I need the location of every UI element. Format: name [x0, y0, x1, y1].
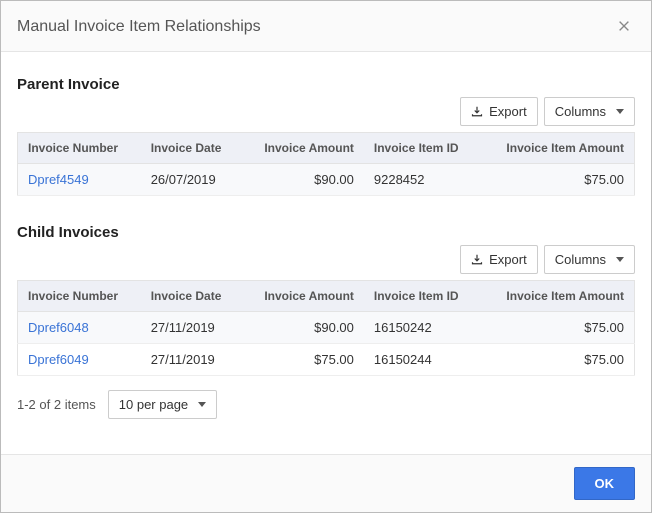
- col-invoice-item-id[interactable]: Invoice Item ID: [364, 281, 481, 312]
- table-row: Dpref6048 27/11/2019 $90.00 16150242 $75…: [18, 312, 635, 344]
- invoice-item-amount: $75.00: [481, 344, 635, 376]
- chevron-down-icon: [616, 257, 624, 262]
- col-invoice-number[interactable]: Invoice Number: [18, 281, 141, 312]
- col-invoice-item-id[interactable]: Invoice Item ID: [364, 133, 481, 164]
- pager: 1-2 of 2 items 10 per page: [17, 390, 635, 419]
- invoice-item-id: 9228452: [364, 164, 481, 196]
- modal-footer: OK: [1, 454, 651, 512]
- pager-summary: 1-2 of 2 items: [17, 397, 96, 412]
- parent-export-label: Export: [489, 104, 527, 119]
- modal-body: Parent Invoice Export Columns Invoice Nu…: [1, 52, 651, 454]
- col-invoice-date[interactable]: Invoice Date: [141, 133, 242, 164]
- col-invoice-number[interactable]: Invoice Number: [18, 133, 141, 164]
- child-section-title: Child Invoices: [17, 224, 635, 241]
- table-row: Dpref4549 26/07/2019 $90.00 9228452 $75.…: [18, 164, 635, 196]
- invoice-number-link[interactable]: Dpref6049: [28, 352, 89, 367]
- invoice-amount: $90.00: [242, 164, 364, 196]
- chevron-down-icon: [616, 109, 624, 114]
- parent-columns-label: Columns: [555, 104, 606, 119]
- chevron-down-icon: [198, 402, 206, 407]
- ok-button[interactable]: OK: [574, 467, 636, 500]
- invoice-amount: $75.00: [242, 344, 364, 376]
- parent-invoice-table: Invoice Number Invoice Date Invoice Amou…: [17, 132, 635, 196]
- modal-header: Manual Invoice Item Relationships: [1, 1, 651, 52]
- parent-export-button[interactable]: Export: [460, 97, 538, 126]
- child-invoices-table: Invoice Number Invoice Date Invoice Amou…: [17, 280, 635, 376]
- col-invoice-amount[interactable]: Invoice Amount: [242, 281, 364, 312]
- invoice-item-amount: $75.00: [481, 312, 635, 344]
- invoice-number-link[interactable]: Dpref4549: [28, 172, 89, 187]
- close-button[interactable]: [613, 15, 635, 39]
- child-toolbar: Export Columns: [17, 245, 635, 274]
- child-columns-button[interactable]: Columns: [544, 245, 635, 274]
- invoice-amount: $90.00: [242, 312, 364, 344]
- per-page-label: 10 per page: [119, 397, 188, 412]
- invoice-number-link[interactable]: Dpref6048: [28, 320, 89, 335]
- child-table-header-row: Invoice Number Invoice Date Invoice Amou…: [18, 281, 635, 312]
- col-invoice-item-amount[interactable]: Invoice Item Amount: [481, 133, 635, 164]
- modal-title: Manual Invoice Item Relationships: [17, 18, 261, 36]
- modal-manual-invoice-item-relationships: Manual Invoice Item Relationships Parent…: [0, 0, 652, 513]
- col-invoice-date[interactable]: Invoice Date: [141, 281, 242, 312]
- col-invoice-amount[interactable]: Invoice Amount: [242, 133, 364, 164]
- table-row: Dpref6049 27/11/2019 $75.00 16150244 $75…: [18, 344, 635, 376]
- col-invoice-item-amount[interactable]: Invoice Item Amount: [481, 281, 635, 312]
- close-icon: [617, 16, 631, 38]
- parent-section-title: Parent Invoice: [17, 76, 635, 93]
- per-page-dropdown[interactable]: 10 per page: [108, 390, 217, 419]
- child-export-label: Export: [489, 252, 527, 267]
- child-export-button[interactable]: Export: [460, 245, 538, 274]
- invoice-date: 27/11/2019: [141, 344, 242, 376]
- child-columns-label: Columns: [555, 252, 606, 267]
- download-icon: [471, 106, 483, 118]
- invoice-item-amount: $75.00: [481, 164, 635, 196]
- invoice-date: 27/11/2019: [141, 312, 242, 344]
- parent-table-header-row: Invoice Number Invoice Date Invoice Amou…: [18, 133, 635, 164]
- invoice-item-id: 16150244: [364, 344, 481, 376]
- parent-toolbar: Export Columns: [17, 97, 635, 126]
- invoice-item-id: 16150242: [364, 312, 481, 344]
- parent-columns-button[interactable]: Columns: [544, 97, 635, 126]
- download-icon: [471, 254, 483, 266]
- invoice-date: 26/07/2019: [141, 164, 242, 196]
